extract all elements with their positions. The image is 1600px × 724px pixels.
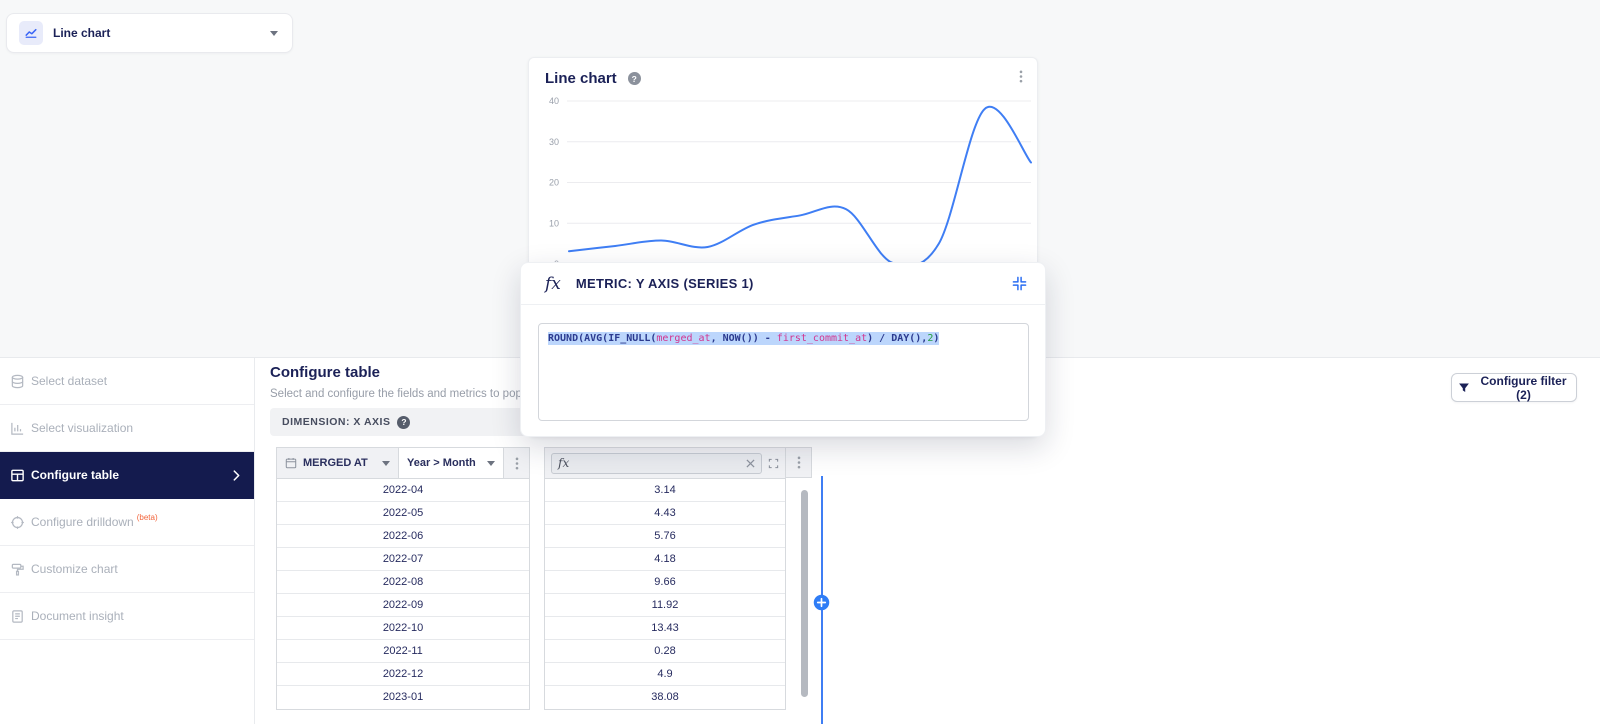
chart-card-header: Line chart ? <box>529 58 1037 87</box>
metric-cell: 13.43 <box>545 617 785 640</box>
compress-icon[interactable] <box>1012 276 1027 291</box>
dimension-cell: 2023-01 <box>277 686 529 709</box>
sidebar-item-label: Select dataset <box>31 374 108 388</box>
dimension-section-label: DIMENSION: X AXIS <box>282 416 391 428</box>
paint-roller-icon <box>9 562 25 577</box>
svg-text:10: 10 <box>549 218 559 228</box>
metric-cell: 4.43 <box>545 502 785 525</box>
svg-text:40: 40 <box>549 96 559 106</box>
help-icon[interactable]: ? <box>397 415 411 429</box>
visualization-selector-label: Line chart <box>53 26 111 40</box>
dimension-rows: 2022-04 2022-05 2022-06 2022-07 2022-08 2022-… <box>277 479 529 709</box>
sidebar-item-label: Customize chart <box>31 562 118 576</box>
dimension-cell: 2022-04 <box>277 479 529 502</box>
dimension-cell: 2022-11 <box>277 640 529 663</box>
filter-icon <box>1458 382 1470 394</box>
help-icon[interactable]: ? <box>627 72 641 85</box>
page-title: Configure table <box>270 364 381 381</box>
metric-rows: 3.14 4.43 5.76 4.18 9.66 11.92 13.43 0.28 4.9 38.… <box>545 479 785 709</box>
sidebar-item-configure-table[interactable]: Configure table <box>0 452 254 499</box>
sidebar-item-label: Select visualization <box>31 421 134 435</box>
metric-table-header: fx <box>545 448 785 479</box>
metric-formula-modal: fx METRIC: Y AXIS (SERIES 1) ROUND(AVG(I… <box>520 262 1046 437</box>
dimension-field-label: MERGED AT <box>303 457 368 469</box>
sidebar-item-label: Document insight <box>31 609 124 623</box>
granularity-label: Year > Month <box>407 457 476 469</box>
visualization-selector[interactable]: Line chart <box>6 13 293 53</box>
fx-icon: fx <box>558 456 570 470</box>
dimension-column-menu[interactable] <box>504 448 529 478</box>
dimension-cell: 2022-09 <box>277 594 529 617</box>
metric-table: fx 3.14 4.43 5.76 4.18 9.66 11.92 13.43 0.28 4.9… <box>544 447 786 710</box>
formula-token: ROUND(AVG(IF_NULL( <box>548 333 657 344</box>
chevron-right-icon <box>233 469 240 481</box>
metric-cell: 3.14 <box>545 479 785 502</box>
table-scrollbar[interactable] <box>801 490 808 697</box>
metric-column-menu[interactable] <box>785 447 812 478</box>
metric-cell: 4.18 <box>545 548 785 571</box>
table-icon <box>9 468 25 483</box>
chart-title: Line chart <box>545 70 617 87</box>
formula-editor[interactable]: ROUND(AVG(IF_NULL(merged_at, NOW()) - fi… <box>538 323 1029 421</box>
metric-cell: 38.08 <box>545 686 785 709</box>
dimension-table-header: MERGED AT Year > Month <box>277 448 529 479</box>
sidebar-item-select-visualization[interactable]: Select visualization <box>0 405 254 452</box>
configure-filter-button[interactable]: Configure filter (2) <box>1451 373 1577 402</box>
metric-formula-input[interactable]: fx <box>551 452 762 474</box>
sidebar-item-document-insight[interactable]: Document insight <box>0 593 254 640</box>
dimension-cell: 2022-10 <box>277 617 529 640</box>
sidebar: Select dataset Select visualization Config… <box>0 358 255 724</box>
formula-token: ) <box>933 333 940 344</box>
beta-badge: (beta) <box>136 512 158 522</box>
formula-token: , <box>710 333 723 344</box>
formula-token: NOW()) - <box>722 333 777 344</box>
fx-icon: fx <box>545 273 561 294</box>
metric-cell: 9.66 <box>545 571 785 594</box>
svg-text:30: 30 <box>549 137 559 147</box>
formula-token: first_commit_at <box>776 333 868 344</box>
sidebar-item-label: Configure table <box>31 468 120 482</box>
granularity-dropdown[interactable]: Year > Month <box>399 448 504 478</box>
sidebar-item-configure-drilldown[interactable]: Configure drilldown (beta) <box>0 499 254 546</box>
dimension-cell: 2022-08 <box>277 571 529 594</box>
page-subtitle: Select and configure the fields and metr… <box>270 388 563 400</box>
metric-cell: 5.76 <box>545 525 785 548</box>
modal-header: fx METRIC: Y AXIS (SERIES 1) <box>521 263 1045 305</box>
dimension-table: MERGED AT Year > Month 2022-04 2022-05 202… <box>276 447 530 710</box>
chevron-down-icon <box>487 460 495 466</box>
metric-cell: 11.92 <box>545 594 785 617</box>
dimension-cell: 2022-12 <box>277 663 529 686</box>
bar-chart-icon <box>9 421 25 436</box>
chevron-down-icon <box>382 460 390 466</box>
formula-selected-text: ROUND(AVG(IF_NULL(merged_at, NOW()) - fi… <box>548 332 940 345</box>
document-icon <box>9 609 25 624</box>
formula-code-line: ROUND(AVG(IF_NULL(merged_at, NOW()) - fi… <box>539 324 1028 353</box>
close-icon[interactable] <box>746 458 755 468</box>
expand-icon[interactable] <box>768 458 779 469</box>
dimension-cell: 2022-06 <box>277 525 529 548</box>
configure-filter-label: Configure filter (2) <box>1480 373 1567 402</box>
dimension-cell: 2022-05 <box>277 502 529 525</box>
line-chart-icon <box>19 21 43 45</box>
line-chart-plot: 010203040 <box>549 96 1032 269</box>
sidebar-item-customize-chart[interactable]: Customize chart <box>0 546 254 593</box>
chevron-down-icon <box>270 30 278 36</box>
kebab-menu-icon <box>515 457 519 470</box>
dimension-field-dropdown[interactable]: MERGED AT <box>277 448 399 478</box>
modal-title: METRIC: Y AXIS (SERIES 1) <box>575 276 754 291</box>
formula-token: ) / DAY(), <box>867 333 928 344</box>
drilldown-icon <box>9 515 25 530</box>
dimension-cell: 2022-07 <box>277 548 529 571</box>
sidebar-item-select-dataset[interactable]: Select dataset <box>0 358 254 405</box>
metric-cell: 4.9 <box>545 663 785 686</box>
kebab-menu-icon <box>797 456 801 469</box>
calendar-icon <box>285 457 297 469</box>
metric-cell: 0.28 <box>545 640 785 663</box>
svg-text:20: 20 <box>549 178 559 188</box>
add-series-button[interactable] <box>813 594 830 611</box>
sidebar-item-label: Configure drilldown <box>31 515 134 529</box>
kebab-menu-icon[interactable] <box>1015 68 1027 90</box>
formula-token: merged_at <box>656 333 711 344</box>
database-icon <box>9 374 25 389</box>
